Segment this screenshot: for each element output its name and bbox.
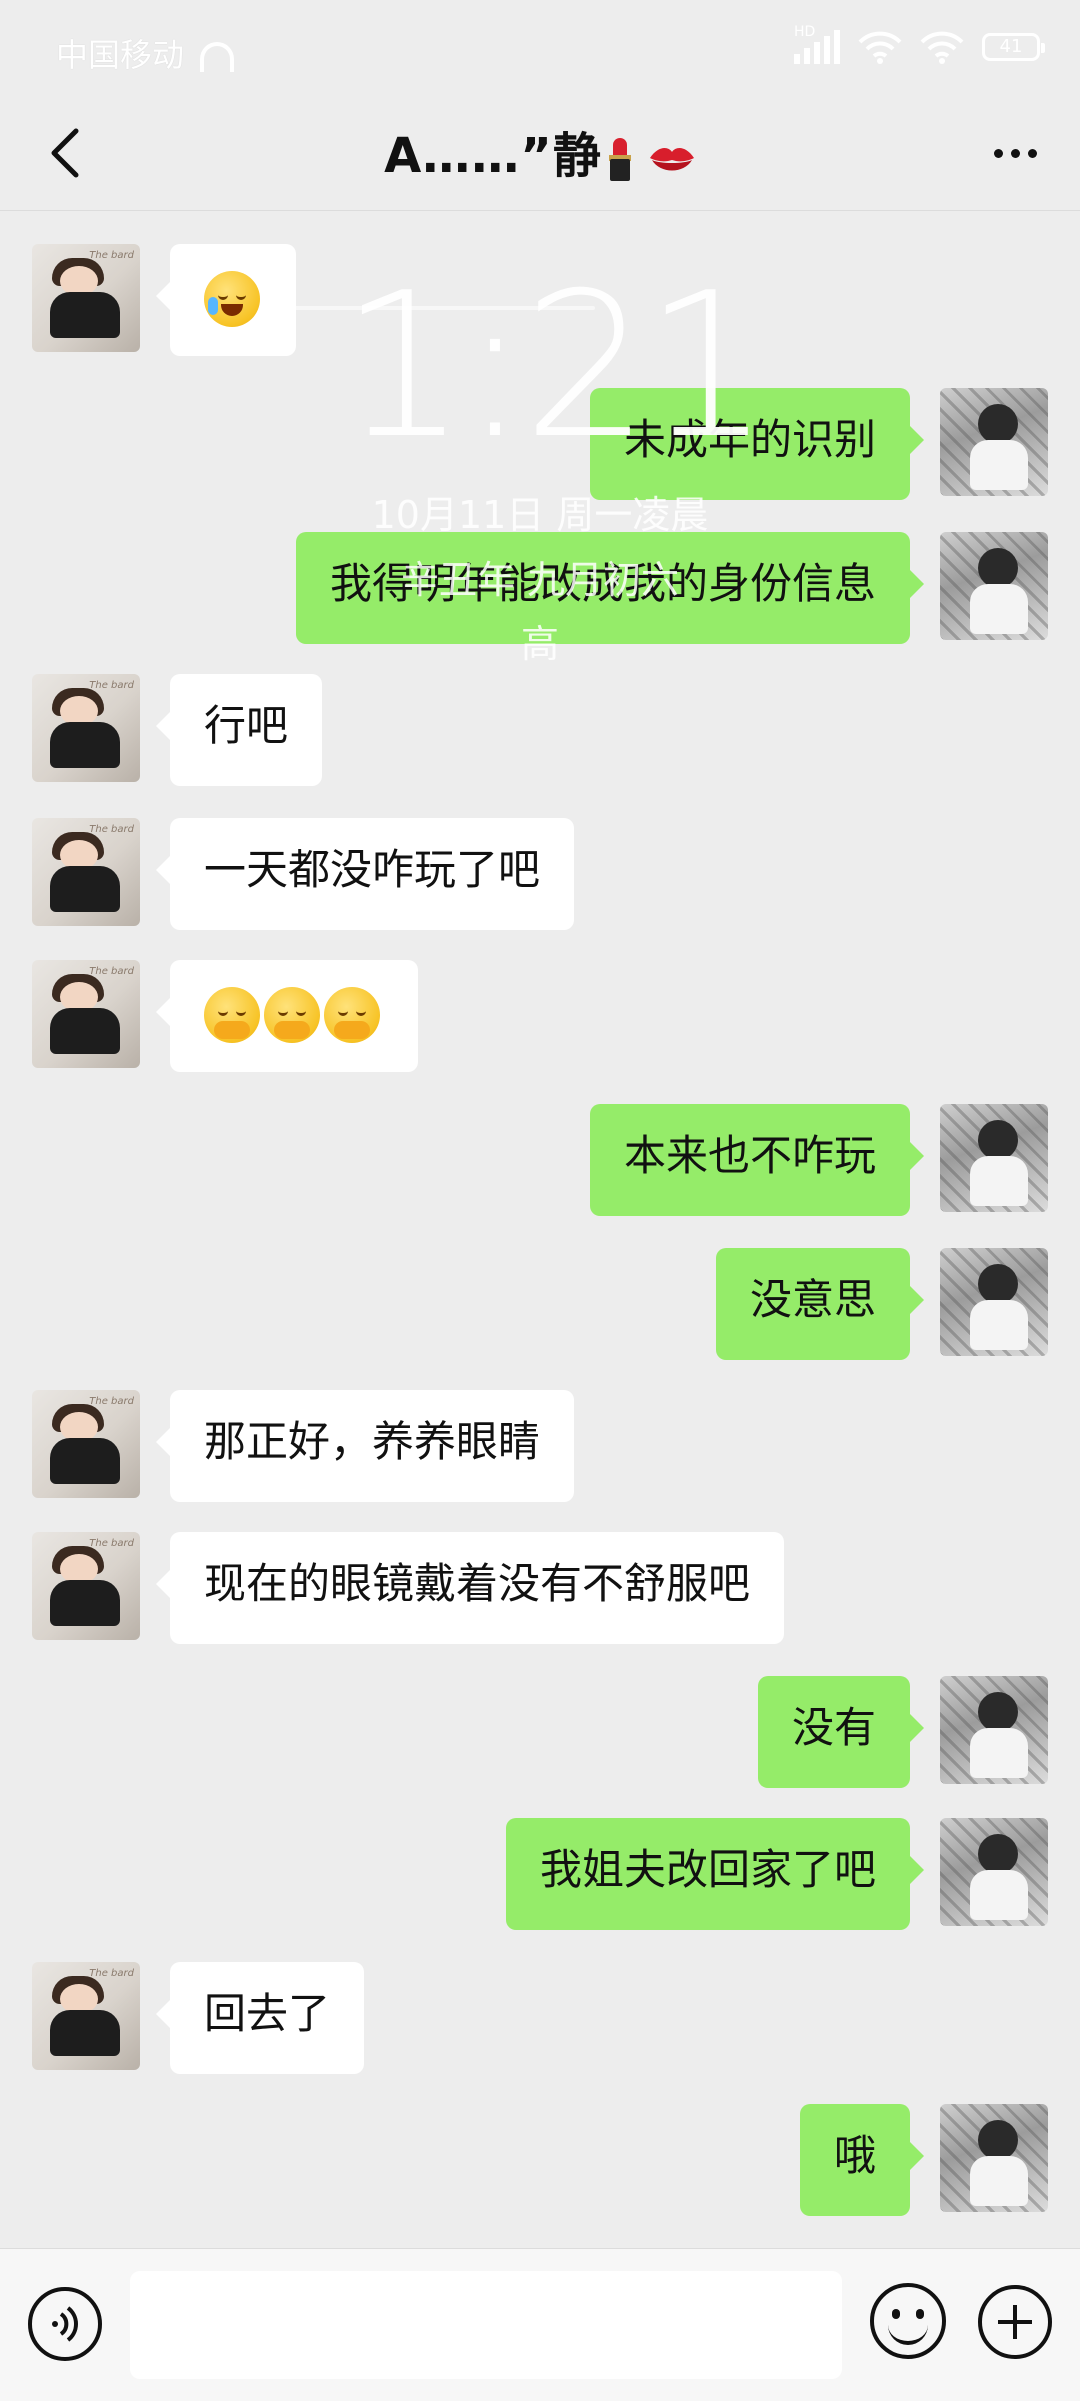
message-row: 没有 <box>0 1676 1080 1788</box>
chat-title[interactable]: A……”静 <box>0 116 1080 186</box>
message-bubble[interactable]: 回去了 <box>155 1962 365 2074</box>
message-row: The bard 那正好，养养眼睛 <box>0 1390 1080 1502</box>
message-input[interactable] <box>130 2271 842 2379</box>
signal-icon: HD <box>794 24 840 64</box>
self-avatar[interactable] <box>940 1248 1048 1356</box>
status-icons: HD 41 <box>794 24 1045 64</box>
self-avatar[interactable] <box>940 388 1048 496</box>
contact-avatar[interactable]: The bard <box>32 1390 140 1498</box>
message-bubble[interactable]: 未成年的识别 <box>589 388 925 500</box>
message-row: 本来也不咋玩 <box>0 1104 1080 1216</box>
message-bubble[interactable]: 一天都没咋玩了吧 <box>155 818 575 930</box>
emoji-button[interactable] <box>870 2283 946 2359</box>
message-bubble[interactable]: 哦 <box>799 2104 925 2216</box>
message-bubble[interactable]: 我得明年能改成我的身份信息 <box>295 532 925 644</box>
self-avatar[interactable] <box>940 1104 1048 1212</box>
message-bubble[interactable]: 我姐夫改回家了吧 <box>505 1818 925 1930</box>
hd-badge: HD <box>794 24 816 40</box>
hand-over-mouth-emoji <box>204 986 260 1043</box>
message-row: The bard 回去了 <box>0 1962 1080 2074</box>
chat-header: A……”静 <box>0 100 1080 310</box>
message-row: 哦 <box>0 2104 1080 2216</box>
self-avatar[interactable] <box>940 1676 1048 1784</box>
wifi-icon-secondary <box>920 31 964 64</box>
message-row: The bard <box>0 244 1080 356</box>
lipstick-icon <box>606 137 634 181</box>
voice-icon <box>52 2306 78 2342</box>
self-avatar[interactable] <box>940 532 1048 640</box>
more-options-button[interactable] <box>980 118 1050 188</box>
hand-over-mouth-emoji <box>264 986 320 1043</box>
input-bar <box>0 2248 1080 2401</box>
hand-over-mouth-emoji <box>324 986 380 1043</box>
contact-avatar[interactable]: The bard <box>32 818 140 926</box>
more-dot <box>993 148 1003 158</box>
self-avatar[interactable] <box>940 1818 1048 1926</box>
kiss-mark-icon <box>649 148 694 171</box>
crying-face-emoji <box>204 270 260 327</box>
message-row: The bard <box>0 960 1080 1072</box>
carrier-name: 中国移动 <box>56 36 185 74</box>
battery-level: 41 <box>999 36 1023 57</box>
contact-avatar[interactable]: The bard <box>32 1532 140 1640</box>
more-dot <box>1010 148 1020 158</box>
message-bubble[interactable] <box>156 244 296 356</box>
message-row: 我姐夫改回家了吧 <box>0 1818 1080 1930</box>
contact-avatar[interactable]: The bard <box>32 244 140 352</box>
self-avatar[interactable] <box>940 2104 1048 2212</box>
emoji-icon <box>892 2309 900 2319</box>
message-row: The bard 现在的眼镜戴着没有不舒服吧 <box>0 1532 1080 1644</box>
contact-avatar[interactable]: The bard <box>32 1962 140 2070</box>
more-functions-button[interactable] <box>978 2285 1052 2359</box>
message-row: 我得明年能改成我的身份信息 <box>0 532 1080 644</box>
message-bubble[interactable]: 没有 <box>757 1676 925 1788</box>
wifi-icon <box>858 31 902 64</box>
headphone-icon <box>200 42 235 72</box>
message-bubble[interactable]: 那正好，养养眼睛 <box>155 1390 575 1502</box>
message-bubble[interactable]: 现在的眼镜戴着没有不舒服吧 <box>155 1532 785 1644</box>
message-row: The bard 一天都没咋玩了吧 <box>0 818 1080 930</box>
message-row: 没意思 <box>0 1248 1080 1360</box>
message-bubble[interactable]: 没意思 <box>715 1248 925 1360</box>
message-list[interactable]: The bard 未成年的识别 我得明年能改成我的身份信息 The bard 行… <box>0 210 1080 2250</box>
message-row: 未成年的识别 <box>0 388 1080 500</box>
message-row: The bard 行吧 <box>0 674 1080 786</box>
message-bubble[interactable] <box>156 960 418 1072</box>
contact-avatar[interactable]: The bard <box>32 960 140 1068</box>
contact-avatar[interactable]: The bard <box>32 674 140 782</box>
message-bubble[interactable]: 行吧 <box>155 674 323 786</box>
message-bubble[interactable]: 本来也不咋玩 <box>589 1104 925 1216</box>
status-bar: 中国移动 HD 41 <box>0 0 1080 100</box>
carrier-label: 中国移动 <box>56 30 235 76</box>
more-dot <box>1027 148 1037 158</box>
voice-input-button[interactable] <box>28 2287 102 2361</box>
battery-icon: 41 <box>982 33 1045 61</box>
chat-title-text: A……”静 <box>384 128 602 184</box>
